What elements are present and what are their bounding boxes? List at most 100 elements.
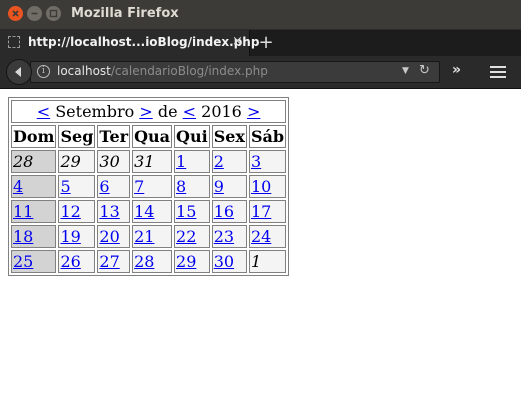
url-text[interactable]: localhost/calendarioBlog/index.php — [57, 64, 268, 78]
calendar-day-cell[interactable]: 11 — [11, 200, 57, 223]
calendar-week-row: 18 19 20 21 22 23 24 — [11, 225, 287, 248]
tab-active[interactable]: http://localhost...ioBlog/index.php × — [0, 30, 259, 56]
calendar-day-link[interactable]: 7 — [134, 177, 144, 196]
reload-icon[interactable]: ↻ — [419, 63, 430, 78]
calendar-day-cell: 31 — [132, 150, 173, 173]
calendar-day-link[interactable]: 28 — [134, 252, 154, 271]
calendar-day-link[interactable]: 8 — [176, 177, 186, 196]
tab-strip: http://localhost...ioBlog/index.php × + — [0, 30, 521, 56]
calendar-day-link[interactable]: 17 — [251, 202, 271, 221]
calendar-day-link[interactable]: 10 — [251, 177, 271, 196]
calendar-day-label: 29 — [60, 152, 81, 171]
calendar-day-cell[interactable]: 6 — [97, 175, 131, 198]
calendar-day-link[interactable]: 5 — [60, 177, 70, 196]
next-month-link[interactable]: > — [139, 102, 152, 121]
calendar-day-link[interactable]: 27 — [99, 252, 119, 271]
calendar-day-link[interactable]: 1 — [176, 152, 186, 171]
calendar-day-label: 1 — [250, 252, 262, 271]
calendar-day-cell[interactable]: 3 — [248, 150, 287, 173]
navigation-toolbar: i localhost/calendarioBlog/index.php ▼ ↻… — [0, 56, 521, 89]
site-info-icon[interactable]: i — [37, 65, 50, 78]
calendar-day-cell[interactable]: 16 — [211, 200, 247, 223]
calendar-day-link[interactable]: 16 — [214, 202, 234, 221]
window-minimize-button[interactable] — [27, 6, 42, 21]
calendar-day-cell[interactable]: 25 — [11, 250, 57, 273]
url-path: /calendarioBlog/index.php — [110, 64, 268, 78]
calendar-day-link[interactable]: 15 — [176, 202, 196, 221]
url-dropdown-icon[interactable]: ▼ — [402, 66, 409, 76]
calendar-day-cell: 1 — [248, 250, 287, 273]
calendar-day-link[interactable]: 29 — [176, 252, 196, 271]
calendar-day-link[interactable]: 30 — [214, 252, 234, 271]
calendar-day-cell[interactable]: 14 — [132, 200, 173, 223]
calendar-day-cell: 29 — [58, 150, 96, 173]
calendar-day-cell[interactable]: 8 — [174, 175, 210, 198]
window-title: Mozilla Firefox — [71, 6, 179, 21]
calendar-day-cell[interactable]: 21 — [132, 225, 173, 248]
back-button[interactable] — [6, 59, 32, 85]
calendar-day-cell[interactable]: 7 — [132, 175, 173, 198]
calendar-day-cell[interactable]: 26 — [58, 250, 96, 273]
calendar-day-cell[interactable]: 30 — [211, 250, 247, 273]
calendar-day-cell[interactable]: 17 — [248, 200, 287, 223]
calendar-day-cell[interactable]: 22 — [174, 225, 210, 248]
next-year-link[interactable]: > — [247, 102, 260, 121]
calendar-day-label: 30 — [99, 152, 120, 171]
close-icon — [12, 10, 19, 17]
calendar-day-label: 31 — [134, 152, 155, 171]
calendar-day-cell[interactable]: 27 — [97, 250, 131, 273]
new-tab-button[interactable]: + — [256, 33, 276, 53]
prev-month-link[interactable]: < — [37, 102, 50, 121]
calendar-day-cell[interactable]: 24 — [248, 225, 287, 248]
calendar-day-cell[interactable]: 4 — [11, 175, 57, 198]
calendar-day-link[interactable]: 12 — [60, 202, 80, 221]
calendar-day-cell[interactable]: 5 — [58, 175, 96, 198]
calendar-day-link[interactable]: 22 — [176, 227, 196, 246]
calendar-day-cell[interactable]: 19 — [58, 225, 96, 248]
calendar-day-cell[interactable]: 10 — [248, 175, 287, 198]
calendar-week-row: 11 12 13 14 15 16 17 — [11, 200, 287, 223]
calendar-day-link[interactable]: 4 — [13, 177, 23, 196]
url-bar[interactable]: i localhost/calendarioBlog/index.php ▼ ↻ — [30, 61, 440, 83]
calendar-day-link[interactable]: 18 — [13, 227, 33, 246]
calendar-day-link[interactable]: 14 — [134, 202, 154, 221]
calendar-day-cell[interactable]: 12 — [58, 200, 96, 223]
url-host: localhost — [57, 64, 111, 78]
calendar-day-cell[interactable]: 23 — [211, 225, 247, 248]
calendar-day-link[interactable]: 2 — [214, 152, 224, 171]
calendar-day-cell[interactable]: 1 — [174, 150, 210, 173]
calendar-body: 28 29 30 31 1 2 3 4 5 6 7 8 9 10 11 12 13 14 15 16 17 18 19 20 2… — [11, 150, 287, 273]
calendar-day-link[interactable]: 25 — [13, 252, 33, 271]
calendar-day-cell[interactable]: 29 — [174, 250, 210, 273]
calendar-day-cell[interactable]: 9 — [211, 175, 247, 198]
tab-close-icon[interactable]: × — [232, 34, 243, 49]
calendar-day-link[interactable]: 19 — [60, 227, 80, 246]
calendar-day-link[interactable]: 24 — [251, 227, 271, 246]
calendar-day-link[interactable]: 9 — [214, 177, 224, 196]
prev-year-link[interactable]: < — [183, 102, 196, 121]
toolbar-overflow-button[interactable]: » — [452, 62, 461, 78]
calendar-day-link[interactable]: 26 — [60, 252, 80, 271]
maximize-icon — [49, 9, 58, 18]
calendar-day-cell[interactable]: 18 — [11, 225, 57, 248]
calendar-day-link[interactable]: 6 — [99, 177, 109, 196]
calendar-day-cell[interactable]: 20 — [97, 225, 131, 248]
hamburger-menu-icon[interactable] — [490, 66, 506, 81]
weekday-header: Dom — [11, 125, 57, 148]
calendar-day-cell[interactable]: 2 — [211, 150, 247, 173]
window-close-button[interactable] — [8, 6, 23, 21]
calendar-day-cell[interactable]: 28 — [132, 250, 173, 273]
window-maximize-button[interactable] — [46, 6, 61, 21]
calendar-day-link[interactable]: 21 — [134, 227, 154, 246]
calendar-day-link[interactable]: 3 — [251, 152, 261, 171]
calendar-day-link[interactable]: 23 — [214, 227, 234, 246]
calendar-table: < Setembro > de < 2016 > Dom Seg Ter Qua… — [8, 97, 290, 276]
weekday-header: Sáb — [248, 125, 287, 148]
calendar-day-link[interactable]: 20 — [99, 227, 119, 246]
calendar-day-cell[interactable]: 13 — [97, 200, 131, 223]
calendar-day-cell[interactable]: 15 — [174, 200, 210, 223]
weekday-header: Qui — [174, 125, 210, 148]
calendar-day-link[interactable]: 11 — [13, 202, 33, 221]
page-favicon-icon — [8, 36, 20, 48]
calendar-day-link[interactable]: 13 — [99, 202, 119, 221]
